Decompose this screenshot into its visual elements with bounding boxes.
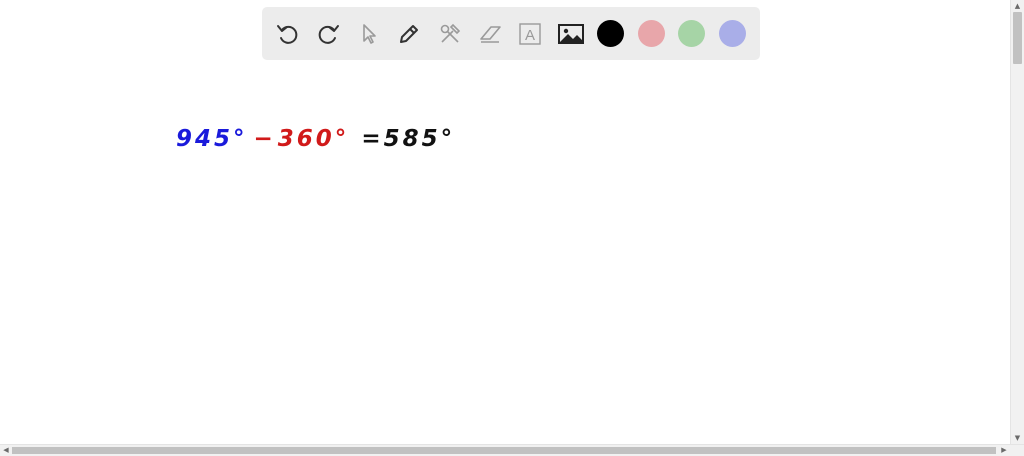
scroll-up-arrow[interactable]: ▲ — [1011, 0, 1024, 12]
whiteboard-canvas[interactable]: A 945° − 360° =585° — [0, 0, 1010, 444]
redo-button[interactable] — [314, 20, 342, 48]
image-button[interactable] — [557, 20, 585, 48]
pen-button[interactable] — [395, 20, 423, 48]
select-button[interactable] — [355, 20, 383, 48]
horizontal-scrollbar[interactable]: ◀ ▶ — [0, 444, 1024, 456]
color-swatch-blue[interactable] — [718, 20, 746, 47]
tools-button[interactable] — [436, 20, 464, 48]
svg-text:A: A — [525, 27, 535, 44]
pen-icon — [400, 24, 419, 43]
undo-button[interactable] — [274, 20, 302, 48]
color-swatch-red[interactable] — [637, 20, 665, 47]
horizontal-scroll-thumb[interactable] — [12, 447, 996, 454]
result-585: =585° — [361, 126, 456, 152]
vertical-scrollbar[interactable]: ▲ ▼ — [1010, 0, 1024, 444]
minus-sign: − — [253, 126, 276, 152]
tools-icon — [440, 23, 460, 43]
color-swatch-black[interactable] — [597, 20, 625, 47]
redo-icon — [319, 24, 340, 44]
term-945: 945° — [176, 126, 248, 152]
vertical-scroll-thumb[interactable] — [1013, 12, 1022, 64]
drawing-toolbar: A — [262, 7, 760, 60]
eraser-button[interactable] — [476, 20, 504, 48]
text-icon: A — [519, 22, 542, 45]
term-360: 360° — [277, 126, 350, 152]
color-swatch-green[interactable] — [678, 20, 706, 47]
scroll-down-arrow[interactable]: ▼ — [1011, 432, 1024, 444]
handwritten-equation: 945° − 360° =585° — [176, 112, 455, 152]
text-button[interactable]: A — [516, 20, 544, 48]
scroll-right-arrow[interactable]: ▶ — [998, 445, 1010, 456]
eraser-icon — [480, 25, 501, 43]
pointer-icon — [362, 23, 376, 44]
scroll-left-arrow[interactable]: ◀ — [0, 445, 12, 456]
image-icon — [557, 23, 584, 44]
undo-icon — [277, 24, 298, 44]
